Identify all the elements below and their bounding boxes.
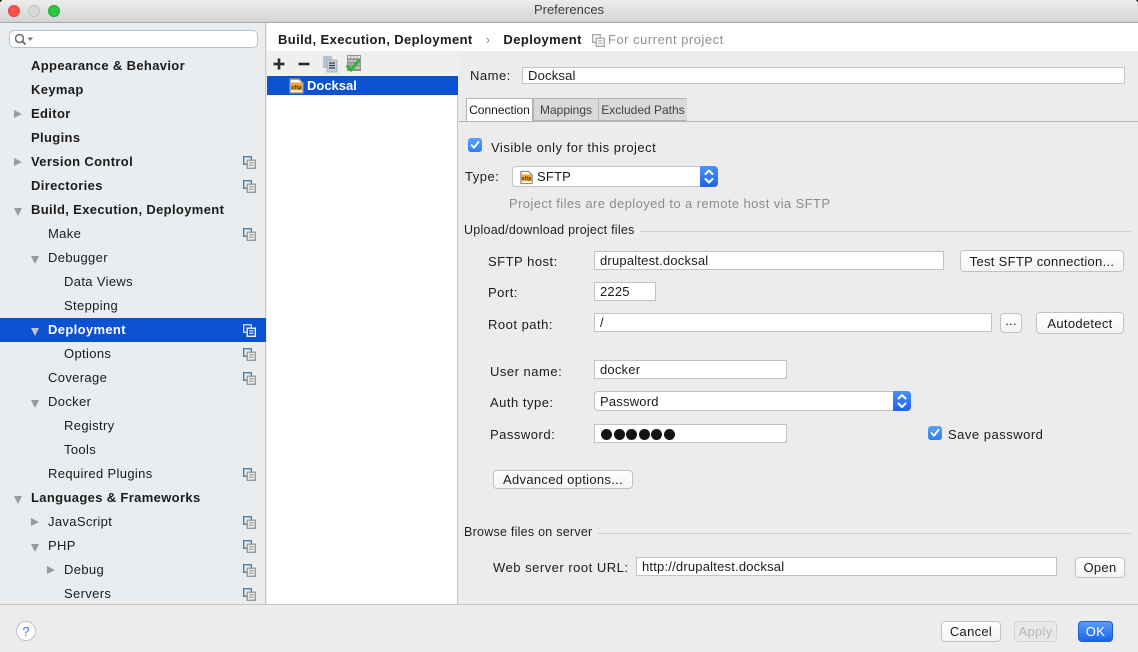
svg-text:sftp: sftp [291,85,302,91]
svg-text:sftp: sftp [522,176,532,182]
